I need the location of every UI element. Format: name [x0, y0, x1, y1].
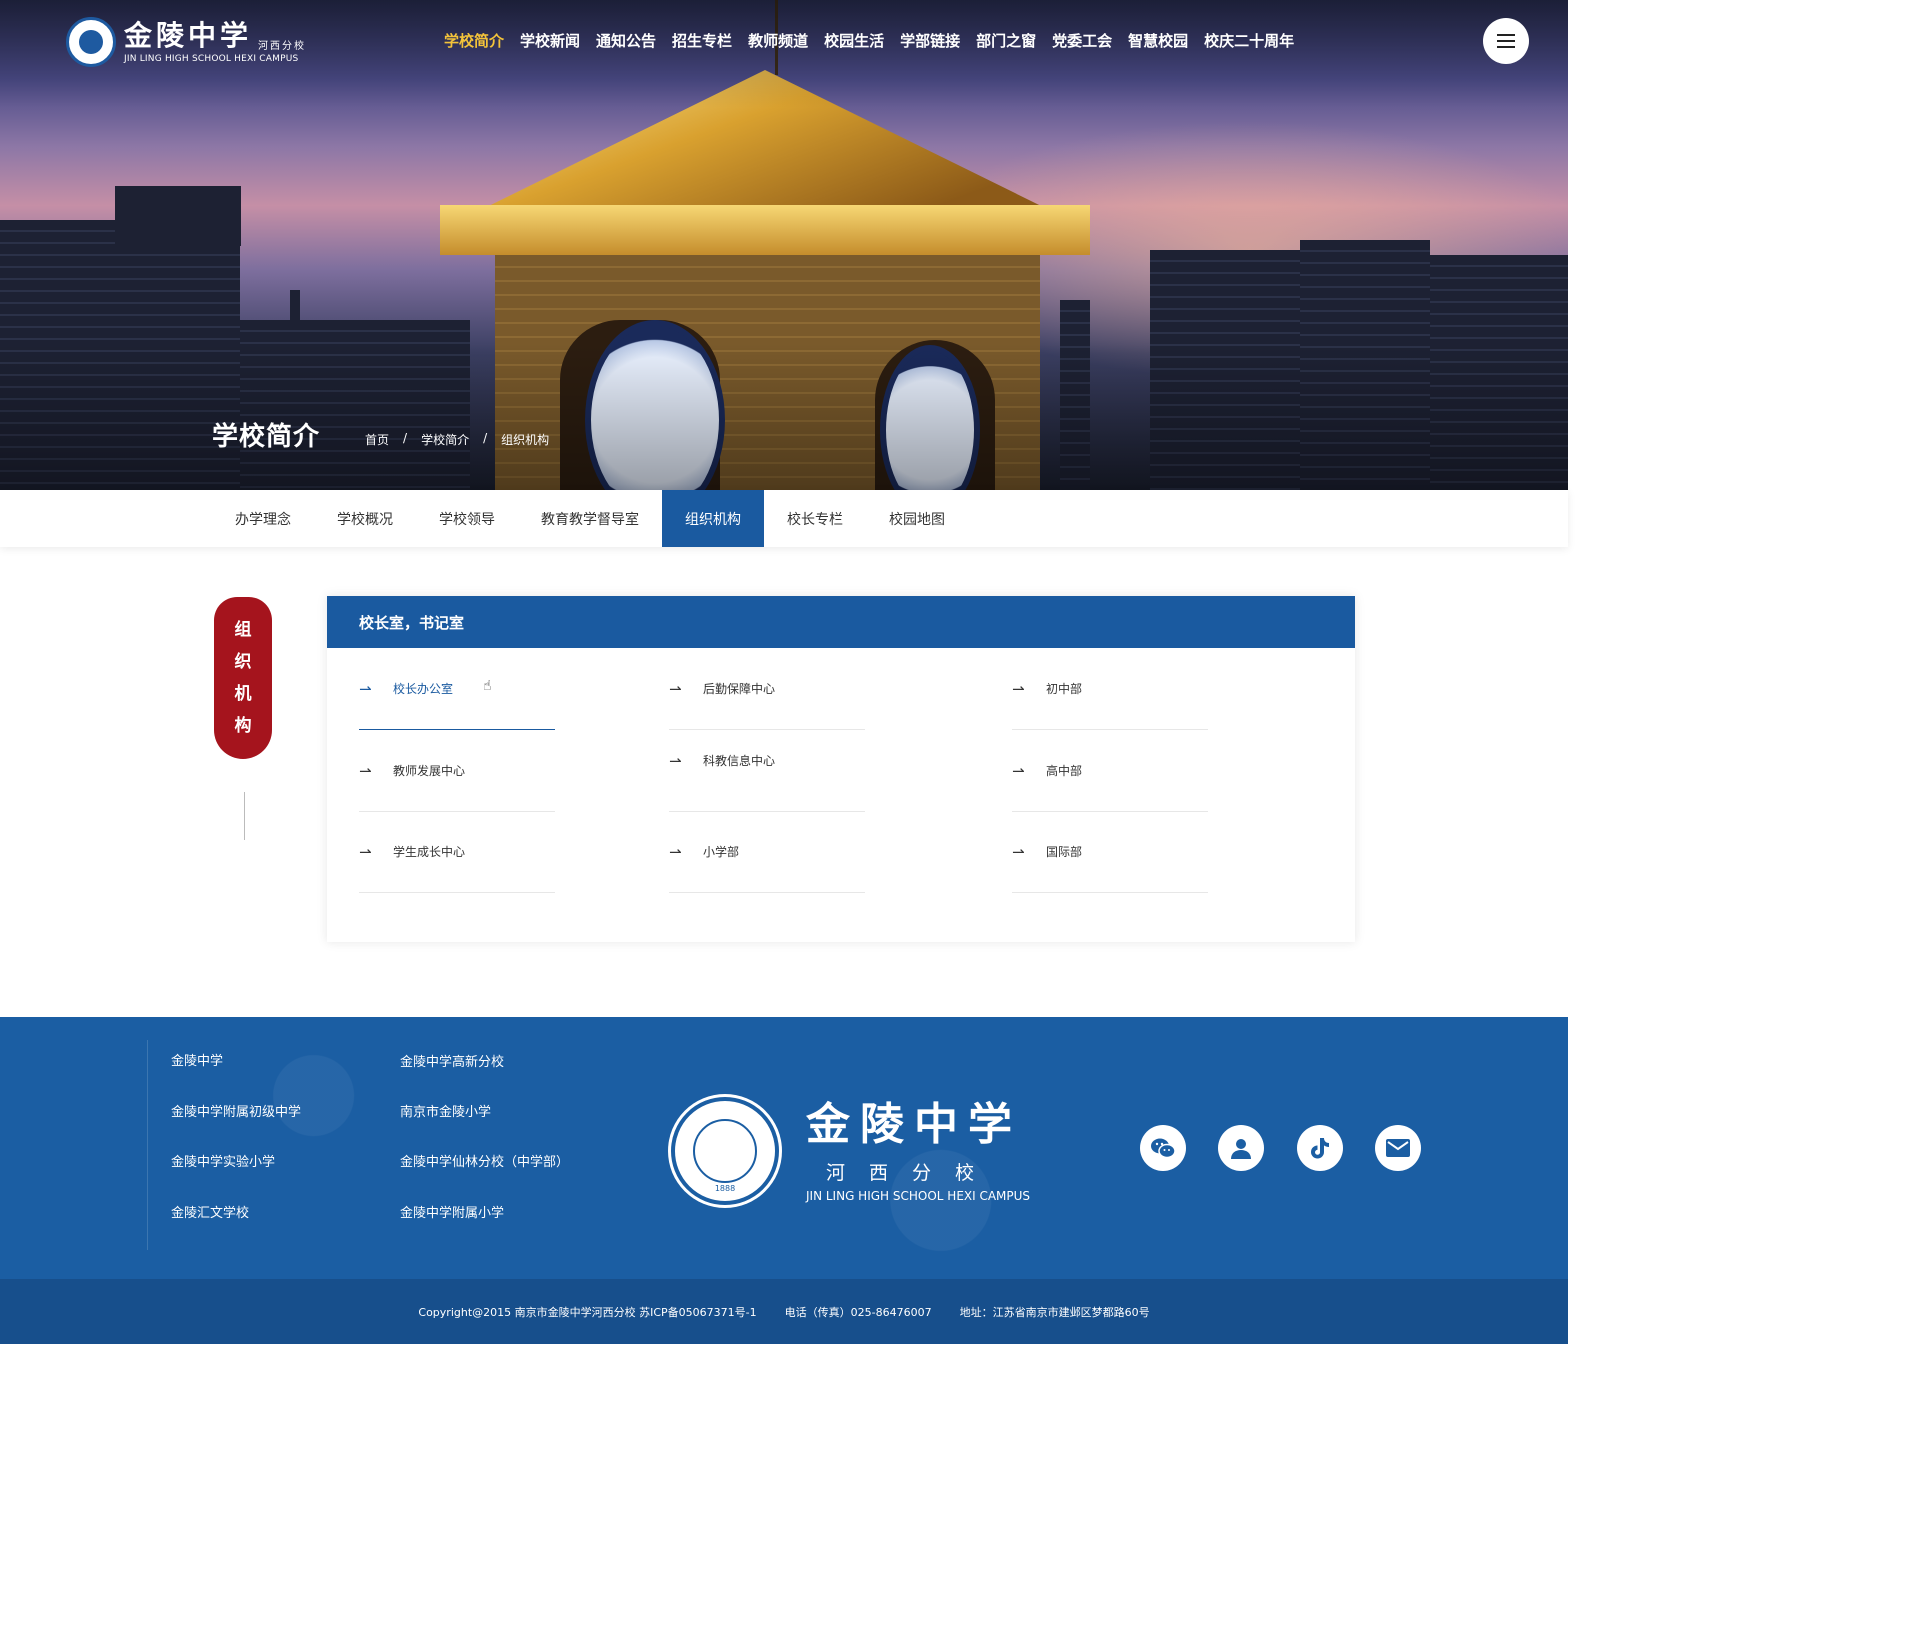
dept-label: 小学部: [703, 845, 740, 859]
footer-bottom-bar: Copyright@2015 南京市金陵中学河西分校 苏ICP备05067371…: [0, 1279, 1568, 1344]
subnav-supervision[interactable]: 教育教学督导室: [518, 490, 662, 547]
dept-link[interactable]: ⇀ 教师发展中心: [359, 730, 555, 812]
hamburger-menu-button[interactable]: [1483, 18, 1529, 64]
dept-label: 学生成长中心: [393, 845, 466, 859]
dept-link[interactable]: ⇀ 高中部: [1012, 730, 1208, 812]
arrow-icon: ⇀: [359, 679, 372, 698]
dept-label: 校长办公室: [393, 682, 454, 696]
dept-label: 高中部: [1046, 764, 1083, 778]
dept-label: 初中部: [1046, 682, 1083, 696]
subnav-overview[interactable]: 学校概况: [314, 490, 416, 547]
footer-link[interactable]: 金陵中学高新分校: [400, 1051, 504, 1070]
divider: [244, 792, 245, 840]
wechat-icon: [1151, 1138, 1176, 1159]
arrow-icon: ⇀: [1012, 679, 1025, 698]
school-emblem-icon: [66, 17, 116, 67]
hand-cursor-icon: ☝: [483, 678, 492, 694]
tiktok-button[interactable]: [1297, 1125, 1343, 1171]
org-card: 校长室，书记室 ⇀ 校长办公室 ⇀ 后勤保障中心 ⇀ 初中部 ⇀ 教师发展中心 …: [327, 596, 1355, 942]
subnav-philosophy[interactable]: 办学理念: [212, 490, 314, 547]
breadcrumb-separator: /: [403, 431, 408, 445]
footer-link[interactable]: 金陵中学: [171, 1050, 223, 1069]
footer-link[interactable]: 南京市金陵小学: [400, 1101, 491, 1120]
user-button[interactable]: [1218, 1125, 1264, 1171]
logo-campus: 河西分校: [258, 41, 307, 52]
breadcrumb-home[interactable]: 首页: [365, 431, 389, 448]
arrow-icon: ⇀: [669, 842, 682, 861]
footer-logo-name: 金陵中学: [806, 1099, 1022, 1150]
footer-logo-campus: 河西分校: [826, 1162, 999, 1184]
arrow-icon: ⇀: [359, 761, 372, 780]
nav-item-anniversary[interactable]: 校庆二十周年: [1204, 30, 1294, 52]
page-title: 学校简介: [212, 422, 321, 452]
nav-item-departments[interactable]: 部门之窗: [976, 30, 1036, 52]
mail-icon: [1386, 1139, 1410, 1157]
footer-link[interactable]: 金陵中学实验小学: [171, 1151, 275, 1170]
phone: 电话（传真）025-86476007: [784, 1305, 932, 1319]
footer-link[interactable]: 金陵中学附属小学: [400, 1202, 504, 1221]
address: 地址：江苏省南京市建邺区梦都路60号: [959, 1305, 1150, 1319]
section-subnav: 办学理念 学校概况 学校领导 教育教学督导室 组织机构 校长专栏 校园地图: [0, 490, 1568, 547]
nav-item-smart-campus[interactable]: 智慧校园: [1128, 30, 1188, 52]
footer-link[interactable]: 金陵中学仙林分校（中学部）: [400, 1151, 569, 1170]
dept-label: 后勤保障中心: [703, 682, 776, 696]
nav-item-notices[interactable]: 通知公告: [596, 30, 656, 52]
logo-english: JIN LING HIGH SCHOOL HEXI CAMPUS: [124, 54, 299, 64]
dept-link[interactable]: ⇀ 校长办公室: [359, 648, 555, 730]
breadcrumb-about[interactable]: 学校简介: [421, 431, 469, 448]
dept-label: 科教信息中心: [703, 754, 776, 768]
dept-link[interactable]: ⇀ 小学部: [669, 811, 865, 893]
footer-link[interactable]: 金陵中学附属初级中学: [171, 1101, 301, 1120]
nav-item-news[interactable]: 学校新闻: [520, 30, 580, 52]
arrow-icon: ⇀: [669, 752, 682, 770]
dept-link[interactable]: ⇀ 学生成长中心: [359, 811, 555, 893]
nav-item-campus-life[interactable]: 校园生活: [824, 30, 884, 52]
nav-item-admissions[interactable]: 招生专栏: [672, 30, 732, 52]
arrow-icon: ⇀: [359, 842, 372, 861]
org-card-title: 校长室，书记室: [327, 596, 1355, 648]
logo-name: 金陵中学: [124, 19, 253, 52]
nav-item-party-union[interactable]: 党委工会: [1052, 30, 1112, 52]
dept-link[interactable]: ⇀ 初中部: [1012, 648, 1208, 730]
emblem-year: 1888: [714, 1184, 736, 1193]
subnav-campus-map[interactable]: 校园地图: [866, 490, 968, 547]
wechat-button[interactable]: [1140, 1125, 1186, 1171]
breadcrumb-current: 组织机构: [501, 433, 550, 447]
subnav-principal-column[interactable]: 校长专栏: [764, 490, 866, 547]
nav-item-divisions[interactable]: 学部链接: [900, 30, 960, 52]
copyright: Copyright@2015 南京市金陵中学河西分校 苏ICP备05067371…: [418, 1305, 757, 1319]
divider: [147, 1040, 148, 1250]
dept-link[interactable]: ⇀ 国际部: [1012, 811, 1208, 893]
footer-logo-english: JIN LING HIGH SCHOOL HEXI CAMPUS: [806, 1189, 1031, 1203]
hamburger-icon: [1497, 34, 1515, 36]
arrow-icon: ⇀: [1012, 842, 1025, 861]
breadcrumb: 首页 / 学校简介 / 组织机构: [365, 431, 549, 448]
section-seal: 组 织 机 构: [214, 597, 272, 759]
dept-label: 教师发展中心: [393, 764, 466, 778]
tiktok-icon: [1311, 1138, 1329, 1159]
school-emblem-icon: 1888: [671, 1097, 779, 1205]
arrow-icon: ⇀: [669, 679, 682, 698]
dept-link[interactable]: ⇀ 科教信息中心: [669, 722, 865, 812]
subnav-leadership[interactable]: 学校领导: [416, 490, 518, 547]
dept-label: 国际部: [1046, 845, 1083, 859]
user-icon: [1231, 1139, 1251, 1159]
breadcrumb-separator: /: [483, 431, 488, 445]
mail-button[interactable]: [1375, 1125, 1421, 1171]
arrow-icon: ⇀: [1012, 761, 1025, 780]
dept-link[interactable]: ⇀ 后勤保障中心: [669, 648, 865, 730]
main-nav: 学校简介 学校新闻 通知公告 招生专栏 教师频道 校园生活 学部链接 部门之窗 …: [436, 30, 1302, 52]
site-logo[interactable]: 金陵中学 河西分校 JIN LING HIGH SCHOOL HEXI CAMPU…: [66, 16, 306, 68]
nav-item-teachers[interactable]: 教师频道: [748, 30, 808, 52]
subnav-organization[interactable]: 组织机构: [662, 490, 764, 547]
footer-link[interactable]: 金陵汇文学校: [171, 1202, 249, 1221]
nav-item-about[interactable]: 学校简介: [444, 30, 504, 52]
